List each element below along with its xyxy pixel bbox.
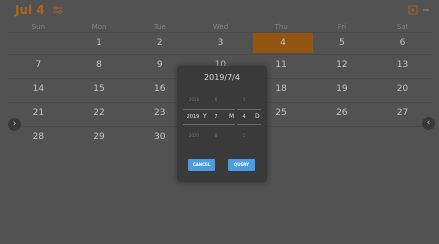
date-wheel-picker: 2018 2019 Y 2020 6 7 M 8 3 4 D 5 — [183, 92, 263, 142]
calendar-app: Jul 4 Sun Mon Tue Wed Thu Fri Sat 1 2 3 — [0, 0, 439, 244]
day-value[interactable]: 4 — [239, 114, 249, 120]
picker-divider — [183, 124, 209, 125]
year-unit: Y — [203, 113, 207, 120]
dialog-title: 2019/7/4 — [204, 73, 240, 82]
month-next-value[interactable]: 8 — [211, 133, 221, 138]
year-prev-value[interactable]: 2018 — [185, 97, 203, 102]
month-unit: M — [229, 113, 235, 120]
picker-divider — [237, 124, 261, 125]
day-next-value[interactable]: 5 — [239, 133, 249, 138]
picker-divider — [209, 109, 235, 110]
day-unit: D — [255, 113, 260, 120]
day-prev-value[interactable]: 3 — [239, 97, 249, 102]
cancel-button[interactable]: CANCEL — [188, 159, 215, 171]
date-picker-dialog: 2019/7/4 2018 2019 Y 2020 6 7 M 8 3 4 D … — [177, 66, 267, 182]
month-value[interactable]: 7 — [211, 114, 221, 120]
picker-divider — [209, 124, 235, 125]
year-value[interactable]: 2019 — [184, 114, 202, 120]
year-next-value[interactable]: 2020 — [185, 133, 203, 138]
month-prev-value[interactable]: 6 — [211, 97, 221, 102]
picker-divider — [237, 109, 261, 110]
query-button[interactable]: QUERY — [228, 159, 255, 171]
picker-divider — [183, 109, 209, 110]
